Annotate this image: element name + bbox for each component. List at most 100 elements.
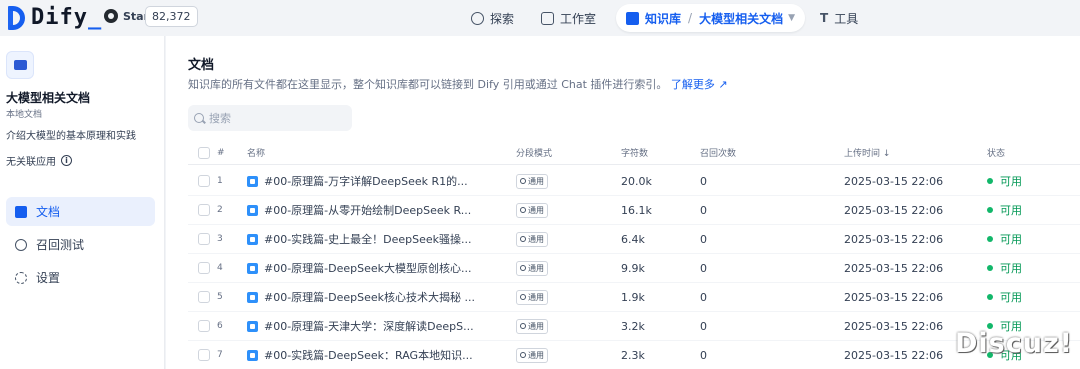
status-dot-icon [987,294,993,300]
kb-type: 本地文档 [6,110,43,120]
upload-time: 2025-03-15 22:06 [844,348,944,362]
top-bar: Dify_ Star 82,372 探索 工作室 知识库 / 大模型相关文档 ▼… [0,0,1080,36]
row-checkbox[interactable] [198,204,210,216]
row-index: 2 [217,205,223,215]
dify-logo[interactable]: Dify_ [8,5,102,30]
page-subtitle-text: 知识库的所有文件都在这里显示，整个知识库都可以链接到 Dify 引用或通过 Ch… [188,78,668,91]
char-count: 9.9k [621,261,645,275]
table-row[interactable]: 7 #00-实践篇-DeepSeek：RAG本地知识... 通用 2.3k 0 … [188,341,1080,369]
kb-description: 介绍大模型的基本原理和实践 [6,131,136,142]
target-icon [15,238,27,251]
upload-time: 2025-03-15 22:06 [844,319,944,333]
general-mode-icon [520,352,526,358]
search-input[interactable]: 搜索 [188,105,352,131]
table-row[interactable]: 5 #00-原理篇-DeepSeek核心技术大揭秘 ... 通用 1.9k 0 … [188,283,1080,312]
star-count-badge[interactable]: 82,372 [145,6,198,27]
nav-tools-label: 工具 [834,11,859,26]
char-count: 6.4k [621,232,645,246]
sidebar: 大模型相关文档 本地文档 介绍大模型的基本原理和实践 无关联应用 i 文档 召回… [0,36,165,369]
current-kb-selector[interactable]: 大模型相关文档 [699,10,783,27]
book-icon [626,11,639,25]
select-all-checkbox[interactable] [198,146,210,159]
row-index: 7 [217,350,223,360]
table-row[interactable]: 2 #00-原理篇-从零开始绘制DeepSeek R... 通用 16.1k 0… [188,196,1080,225]
sidebar-item-settings[interactable]: 设置 [6,263,155,292]
status-text: 可用 [1000,262,1022,275]
char-count: 20.0k [621,174,652,188]
row-checkbox[interactable] [198,291,210,303]
nav-studio-label: 工作室 [560,11,597,26]
nav-studio[interactable]: 工作室 [541,4,596,32]
col-recall: 召回次数 [700,149,737,159]
mode-badge: 通用 [516,347,548,363]
folder-icon [6,51,34,79]
robot-icon [541,11,554,25]
table-row[interactable]: 6 #00-原理篇-天津大学：深度解读DeepS... 通用 3.2k 0 20… [188,312,1080,341]
document-icon [15,205,27,218]
recall-count: 0 [700,174,707,188]
chevron-down-icon[interactable]: ▼ [788,13,795,23]
document-icon [247,262,258,274]
char-count: 1.9k [621,290,645,304]
char-count: 2.3k [621,348,645,362]
nav-explore[interactable]: 探索 [471,4,514,32]
page-title: 文档 [188,58,215,73]
page-subtitle: 知识库的所有文件都在这里显示，整个知识库都可以链接到 Dify 引用或通过 Ch… [188,76,728,92]
table-row[interactable]: 1 #00-原理篇-万字详解DeepSeek R1的... 通用 20.0k 0… [188,167,1080,196]
status-dot-icon [987,265,993,271]
general-mode-icon [520,323,526,329]
mode-badge: 通用 [516,318,548,334]
row-checkbox[interactable] [198,233,210,245]
table-row[interactable]: 3 #00-实践篇-史上最全！DeepSeek骚操... 通用 6.4k 0 2… [188,225,1080,254]
doc-name[interactable]: #00-原理篇-DeepSeek大模型原创核心... [264,260,472,276]
table-row[interactable]: 4 #00-原理篇-DeepSeek大模型原创核心... 通用 9.9k 0 2… [188,254,1080,283]
kb-name: 大模型相关文档 [6,91,91,105]
status-text: 可用 [1000,233,1022,246]
document-icon [247,204,258,216]
general-mode-icon [520,265,526,271]
doc-name[interactable]: #00-原理篇-万字详解DeepSeek R1的... [264,173,468,189]
sidebar-item-label: 召回测试 [36,238,85,252]
col-name: 名称 [247,149,266,159]
recall-count: 0 [700,261,707,275]
sidebar-item-documents[interactable]: 文档 [6,197,155,226]
doc-name[interactable]: #00-实践篇-史上最全！DeepSeek骚操... [264,231,472,247]
doc-name[interactable]: #00-原理篇-天津大学：深度解读DeepS... [264,318,474,334]
nav-knowledge[interactable]: 知识库 / 大模型相关文档 ▼ [616,4,805,32]
sidebar-item-label: 文档 [36,205,61,219]
upload-time: 2025-03-15 22:06 [844,290,944,304]
row-checkbox[interactable] [198,349,210,361]
nav-tools[interactable]: T 工具 [820,4,858,32]
col-index: # [217,147,225,158]
row-checkbox[interactable] [198,262,210,274]
status-dot-icon [987,207,993,213]
document-icon [247,233,258,245]
document-icon [247,291,258,303]
logo-text: Dify_ [31,5,103,30]
breadcrumb-separator: / [688,11,693,25]
learn-more-link[interactable]: 了解更多 ↗ [671,78,728,91]
row-checkbox[interactable] [198,320,210,332]
char-count: 16.1k [621,203,652,217]
mode-badge: 通用 [516,231,548,247]
document-icon [247,175,258,187]
discuz-watermark: Discuz! [955,328,1073,359]
char-count: 3.2k [621,319,645,333]
row-checkbox[interactable] [198,175,210,187]
doc-name[interactable]: #00-原理篇-从零开始绘制DeepSeek R... [264,202,471,218]
row-index: 6 [217,321,223,331]
doc-name[interactable]: #00-实践篇-DeepSeek：RAG本地知识... [264,347,473,363]
col-status: 状态 [987,149,1006,159]
recall-count: 0 [700,319,707,333]
info-icon[interactable]: i [61,155,72,166]
sidebar-item-recall-test[interactable]: 召回测试 [6,230,155,259]
github-star-button[interactable]: Star [104,9,149,23]
col-upload-time-sort[interactable]: 上传时间 ↓ [844,141,890,164]
doc-name[interactable]: #00-原理篇-DeepSeek核心技术大揭秘 ... [264,289,475,305]
compass-icon [471,11,484,25]
document-icon [247,320,258,332]
gear-icon [15,271,27,284]
search-placeholder: 搜索 [209,112,231,125]
general-mode-icon [520,178,526,184]
dify-logo-mark [8,5,25,30]
